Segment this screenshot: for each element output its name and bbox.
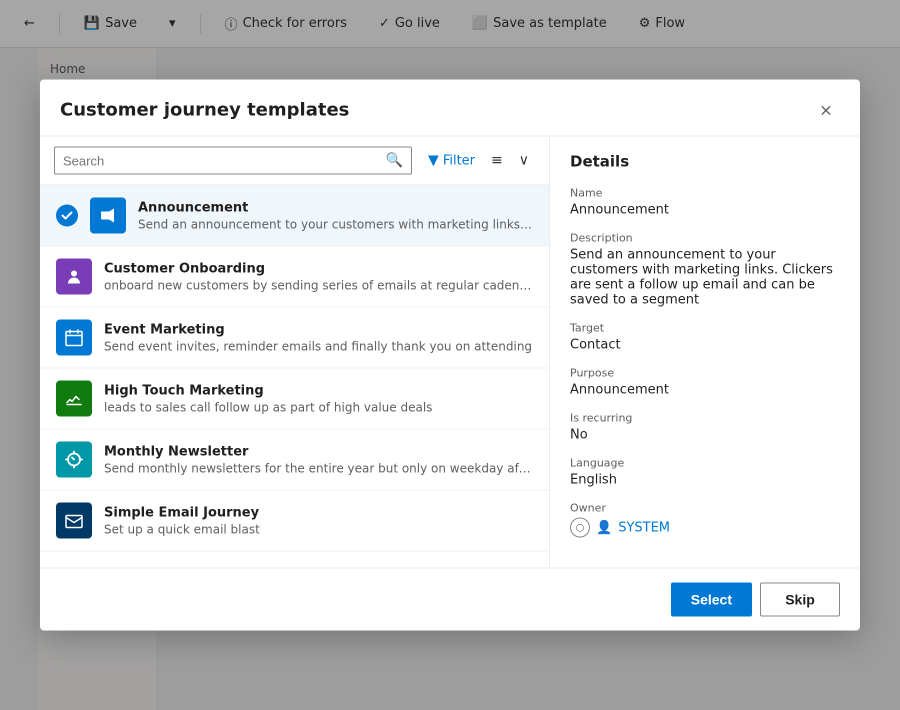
event-info: Event Marketing Send event invites, remi… [104,322,533,353]
skip-button[interactable]: Skip [760,583,840,617]
detail-recurring-value: No [570,428,840,443]
close-dialog-button[interactable]: × [812,96,840,124]
template-item-onboarding[interactable]: Customer Onboarding onboard new customer… [40,247,549,308]
event-icon [56,320,92,356]
simpleemail-desc: Set up a quick email blast [104,522,533,536]
details-panel: Details Name Announcement Description Se… [550,137,860,568]
detail-owner-label: Owner [570,502,840,515]
hightouch-desc: leads to sales call follow up as part of… [104,400,533,414]
announcement-icon [90,198,126,234]
onboarding-desc: onboard new customers by sending series … [104,278,533,292]
newsletter-icon [56,442,92,478]
close-icon: × [819,100,832,119]
newsletter-info: Monthly Newsletter Send monthly newslett… [104,444,533,475]
details-heading: Details [570,153,840,171]
filter-icon: ▼ [428,153,439,169]
detail-description-field: Description Send an announcement to your… [570,232,840,308]
dialog-body: 🔍 ▼ Filter ≡ ∨ [40,137,860,568]
owner-person-icon: 👤 [596,520,612,535]
simpleemail-name: Simple Email Journey [104,505,533,520]
detail-language-label: Language [570,457,840,470]
template-item-newsletter[interactable]: Monthly Newsletter Send monthly newslett… [40,430,549,491]
expand-button[interactable]: ∨ [513,150,535,172]
expand-icon: ∨ [519,153,529,169]
detail-recurring-field: Is recurring No [570,412,840,443]
onboarding-info: Customer Onboarding onboard new customer… [104,261,533,292]
search-icon: 🔍 [386,153,403,169]
detail-name-field: Name Announcement [570,187,840,218]
dialog-header: Customer journey templates × [40,80,860,137]
owner-status-icon: ○ [570,518,590,538]
customer-journey-templates-dialog: Customer journey templates × 🔍 ▼ Filter [40,80,860,631]
newsletter-desc: Send monthly newsletters for the entire … [104,461,533,475]
dialog-title: Customer journey templates [60,99,349,120]
templates-left-panel: 🔍 ▼ Filter ≡ ∨ [40,137,550,568]
detail-target-field: Target Contact [570,322,840,353]
onboarding-icon [56,259,92,295]
filter-label: Filter [443,153,475,168]
detail-target-value: Contact [570,338,840,353]
event-name: Event Marketing [104,322,533,337]
dialog-footer: Select Skip [40,568,860,631]
template-item-hightouch[interactable]: High Touch Marketing leads to sales call… [40,369,549,430]
detail-purpose-label: Purpose [570,367,840,380]
simpleemail-icon [56,503,92,539]
owner-name[interactable]: SYSTEM [618,520,670,535]
filter-button[interactable]: ▼ Filter [422,150,481,172]
event-desc: Send event invites, reminder emails and … [104,339,533,353]
detail-name-label: Name [570,187,840,200]
template-item-announcement[interactable]: Announcement Send an announcement to you… [40,186,549,247]
announcement-info: Announcement Send an announcement to you… [138,200,533,231]
announcement-desc: Send an announcement to your customers w… [138,217,533,231]
search-input-wrap[interactable]: 🔍 [54,147,412,175]
select-button[interactable]: Select [671,583,752,617]
sort-button[interactable]: ≡ [485,150,509,172]
template-item-simple-email[interactable]: Simple Email Journey Set up a quick emai… [40,491,549,552]
detail-owner-field: Owner ○ 👤 SYSTEM [570,502,840,538]
detail-description-value: Send an announcement to your customers w… [570,248,840,308]
template-item-event[interactable]: Event Marketing Send event invites, remi… [40,308,549,369]
owner-row: ○ 👤 SYSTEM [570,518,840,538]
detail-name-value: Announcement [570,203,840,218]
detail-language-field: Language English [570,457,840,488]
detail-description-label: Description [570,232,840,245]
hightouch-info: High Touch Marketing leads to sales call… [104,383,533,414]
selected-check [56,205,78,227]
simpleemail-info: Simple Email Journey Set up a quick emai… [104,505,533,536]
newsletter-name: Monthly Newsletter [104,444,533,459]
detail-purpose-value: Announcement [570,383,840,398]
sort-icon: ≡ [491,153,503,169]
announcement-name: Announcement [138,200,533,215]
template-list: Announcement Send an announcement to you… [40,186,549,568]
detail-purpose-field: Purpose Announcement [570,367,840,398]
detail-target-label: Target [570,322,840,335]
hightouch-name: High Touch Marketing [104,383,533,398]
detail-recurring-label: Is recurring [570,412,840,425]
detail-language-value: English [570,473,840,488]
hightouch-icon [56,381,92,417]
onboarding-name: Customer Onboarding [104,261,533,276]
search-input[interactable] [63,153,380,168]
